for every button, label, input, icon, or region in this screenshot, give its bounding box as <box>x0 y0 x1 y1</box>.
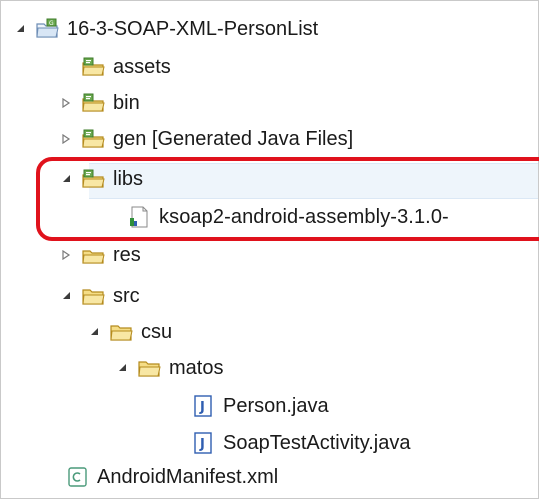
package-folder-icon <box>109 320 133 344</box>
tree-item-label: assets <box>113 56 171 78</box>
expanded-arrow-icon[interactable] <box>59 172 73 186</box>
tree-item-src[interactable]: src <box>59 278 140 314</box>
tree-item-soaptestactivity-java[interactable]: J SoapTestActivity.java <box>191 425 411 461</box>
collapsed-arrow-icon[interactable] <box>59 248 73 262</box>
tree-item-csu[interactable]: csu <box>87 314 172 350</box>
source-folder-icon <box>81 167 105 191</box>
tree-item-label: src <box>113 285 140 307</box>
folder-icon <box>81 284 105 308</box>
tree-item-label: csu <box>141 321 173 343</box>
selection-highlight <box>89 163 538 199</box>
tree-item-assets[interactable]: assets <box>59 49 171 85</box>
tree-item-label: res <box>113 244 141 266</box>
expanded-arrow-icon[interactable] <box>87 325 101 339</box>
svg-text:G: G <box>49 20 54 27</box>
collapsed-arrow-icon[interactable] <box>59 132 73 146</box>
java-file-icon: J <box>191 431 215 455</box>
tree-item-label: bin <box>113 92 140 114</box>
svg-text:J: J <box>199 437 205 452</box>
tree-item-androidmanifest[interactable]: AndroidManifest.xml <box>65 459 278 495</box>
expanded-arrow-icon[interactable] <box>115 361 129 375</box>
tree-item-label: libs <box>113 168 144 190</box>
tree-item-label: ksoap2-android-assembly-3.1.0- <box>159 206 449 228</box>
java-file-icon: J <box>191 394 215 418</box>
source-folder-icon <box>81 243 105 267</box>
tree-item-res[interactable]: res <box>59 237 141 273</box>
expanded-arrow-icon[interactable] <box>13 22 27 36</box>
tree-item-person-java[interactable]: J Person.java <box>191 388 329 424</box>
tree-item-label: matos <box>169 357 224 379</box>
svg-text:J: J <box>199 400 205 415</box>
source-folder-icon <box>81 55 105 79</box>
android-project-icon: G <box>35 17 59 41</box>
tree-item-label: Person.java <box>223 395 329 417</box>
tree-item-matos[interactable]: matos <box>115 350 223 386</box>
tree-item-label: SoapTestActivity.java <box>223 432 411 454</box>
package-folder-icon <box>137 356 161 380</box>
manifest-file-icon <box>65 465 89 489</box>
jar-file-icon <box>127 205 151 229</box>
source-folder-icon <box>81 91 105 115</box>
expanded-arrow-icon[interactable] <box>59 289 73 303</box>
tree-item-project[interactable]: G 16-3-SOAP-XML-PersonList <box>13 11 318 47</box>
package-explorer: G 16-3-SOAP-XML-PersonList assets bin ge… <box>0 0 539 499</box>
tree-item-label: gen [Generated Java Files] <box>113 128 354 150</box>
tree-item-libs[interactable]: libs <box>59 161 143 197</box>
tree-item-bin[interactable]: bin <box>59 85 140 121</box>
tree-item-gen[interactable]: gen [Generated Java Files] <box>59 121 353 157</box>
tree-item-label: AndroidManifest.xml <box>97 466 279 488</box>
tree-item-label: 16-3-SOAP-XML-PersonList <box>67 18 319 40</box>
collapsed-arrow-icon[interactable] <box>59 96 73 110</box>
source-folder-icon <box>81 127 105 151</box>
tree-item-ksoap-jar[interactable]: ksoap2-android-assembly-3.1.0- <box>105 199 449 235</box>
